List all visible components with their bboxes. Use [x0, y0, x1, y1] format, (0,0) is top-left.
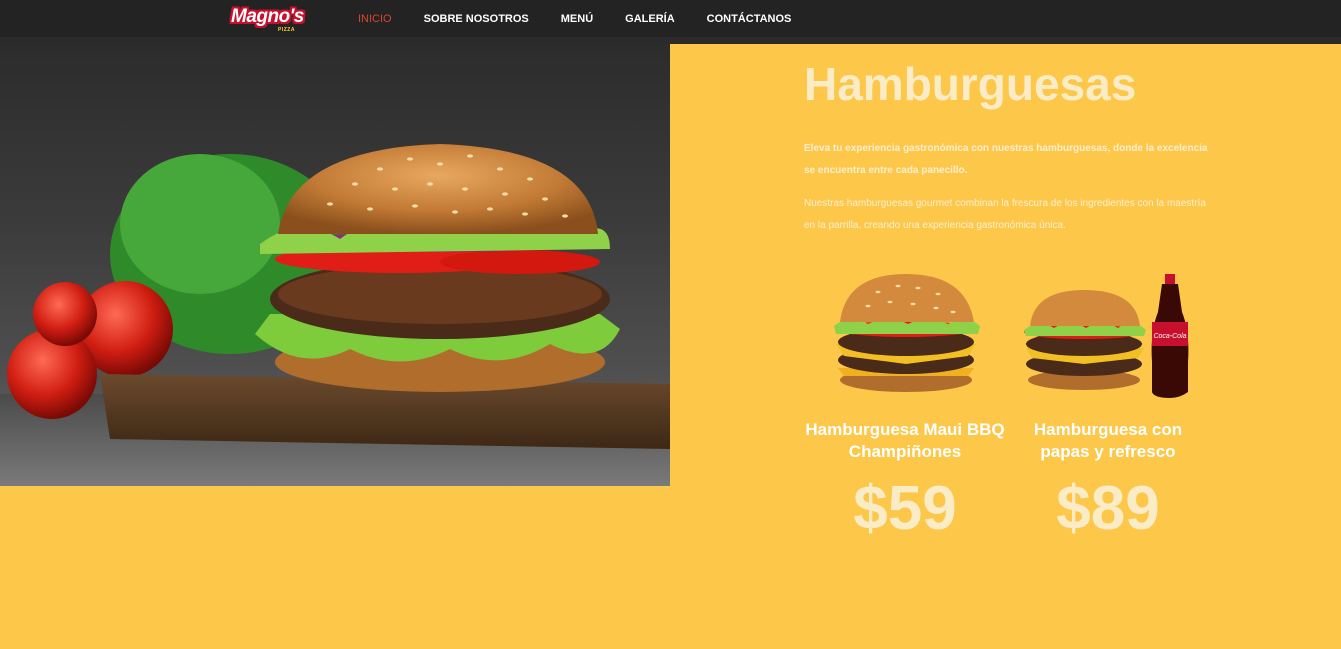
nav-item-menu[interactable]: MENÚ	[561, 13, 593, 25]
section-title: Hamburguesas	[804, 58, 1137, 110]
section-intro-paragraph: Eleva tu experiencia gastronómica con nu…	[804, 143, 1208, 176]
hero-burger-illustration	[0, 144, 670, 486]
logo-subtext: PIZZA	[278, 27, 295, 33]
nav-item-contactanos[interactable]: CONTÁCTANOS	[707, 13, 792, 25]
section-detail-paragraph: Nuestras hamburguesas gourmet combinan l…	[804, 198, 1206, 231]
product-name-maui-bbq[interactable]: Hamburguesa Maui BBQ Champiñones	[805, 419, 1005, 463]
magnos-logo[interactable]: Magno's PIZZA	[231, 6, 317, 36]
nav-item-galeria[interactable]: GALERÍA	[625, 13, 675, 25]
product-image-maui-bbq[interactable]	[828, 272, 984, 398]
svg-text:Coca-Cola: Coca-Cola	[1153, 333, 1186, 340]
logo-wordmark: Magno's	[231, 6, 304, 27]
nav-item-sobre-nosotros[interactable]: SOBRE NOSOTROS	[424, 13, 529, 25]
hero-burger-image	[0, 44, 670, 486]
product-price-maui-bbq: $59	[853, 474, 957, 543]
navbar-divider	[0, 37, 1341, 44]
main-nav: INICIO SOBRE NOSOTROS MENÚ GALERÍA CONTÁ…	[358, 13, 823, 25]
product-price-combo: $89	[1056, 474, 1160, 543]
product-image-combo[interactable]: Coca-Cola	[1022, 272, 1192, 398]
nav-item-inicio[interactable]: INICIO	[358, 13, 392, 25]
product-name-combo[interactable]: Hamburguesa con papas y refresco	[1008, 419, 1208, 463]
